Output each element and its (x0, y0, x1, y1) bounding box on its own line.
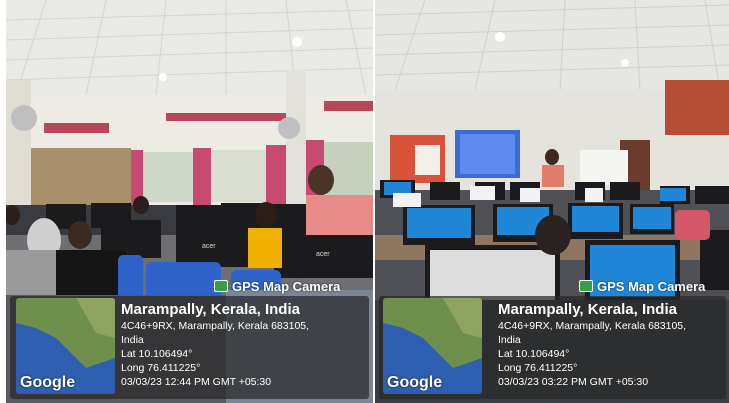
gps-address: 4C46+9RX, Marampally, Kerala 683105, (498, 320, 687, 332)
gps-latitude: Lat 10.106494° (498, 348, 570, 360)
gps-longitude: Long 76.411225° (121, 362, 201, 374)
gps-datetime: 03/03/23 03:22 PM GMT +05:30 (498, 376, 649, 388)
photo-classroom-morning: acer acer GPS Map Camera Google Marampal… (6, 0, 373, 403)
acer-logo: acer (316, 251, 330, 258)
gps-latitude: Lat 10.106494° (121, 348, 193, 360)
gps-camera-label-text: GPS Map Camera (232, 279, 341, 294)
acer-logo: acer (202, 243, 216, 250)
gps-address: 4C46+9RX, Marampally, Kerala 683105, (121, 320, 310, 332)
gps-longitude: Long 76.411225° (498, 362, 578, 374)
gps-place: Marampally, Kerala, India (498, 301, 677, 318)
photo-classroom-afternoon: GPS Map Camera Google Marampally, Kerala… (375, 0, 729, 403)
gps-country: India (498, 334, 521, 346)
gps-camera-label: GPS Map Camera (214, 279, 340, 294)
gps-camera-icon (579, 280, 593, 292)
gps-text-block: Marampally, Kerala, India 4C46+9RX, Mara… (498, 300, 686, 389)
gps-camera-label-text: GPS Map Camera (597, 279, 706, 294)
gps-camera-label: GPS Map Camera (579, 279, 705, 294)
google-logo: Google (20, 374, 76, 391)
gps-camera-icon (214, 280, 228, 292)
gps-datetime: 03/03/23 12:44 PM GMT +05:30 (121, 376, 272, 388)
gps-mini-map: Google (16, 298, 115, 394)
gps-mini-map: Google (383, 298, 482, 394)
gps-place: Marampally, Kerala, India (121, 301, 300, 318)
google-logo: Google (387, 374, 443, 391)
gps-country: India (121, 334, 144, 346)
gps-text-block: Marampally, Kerala, India 4C46+9RX, Mara… (121, 300, 309, 389)
